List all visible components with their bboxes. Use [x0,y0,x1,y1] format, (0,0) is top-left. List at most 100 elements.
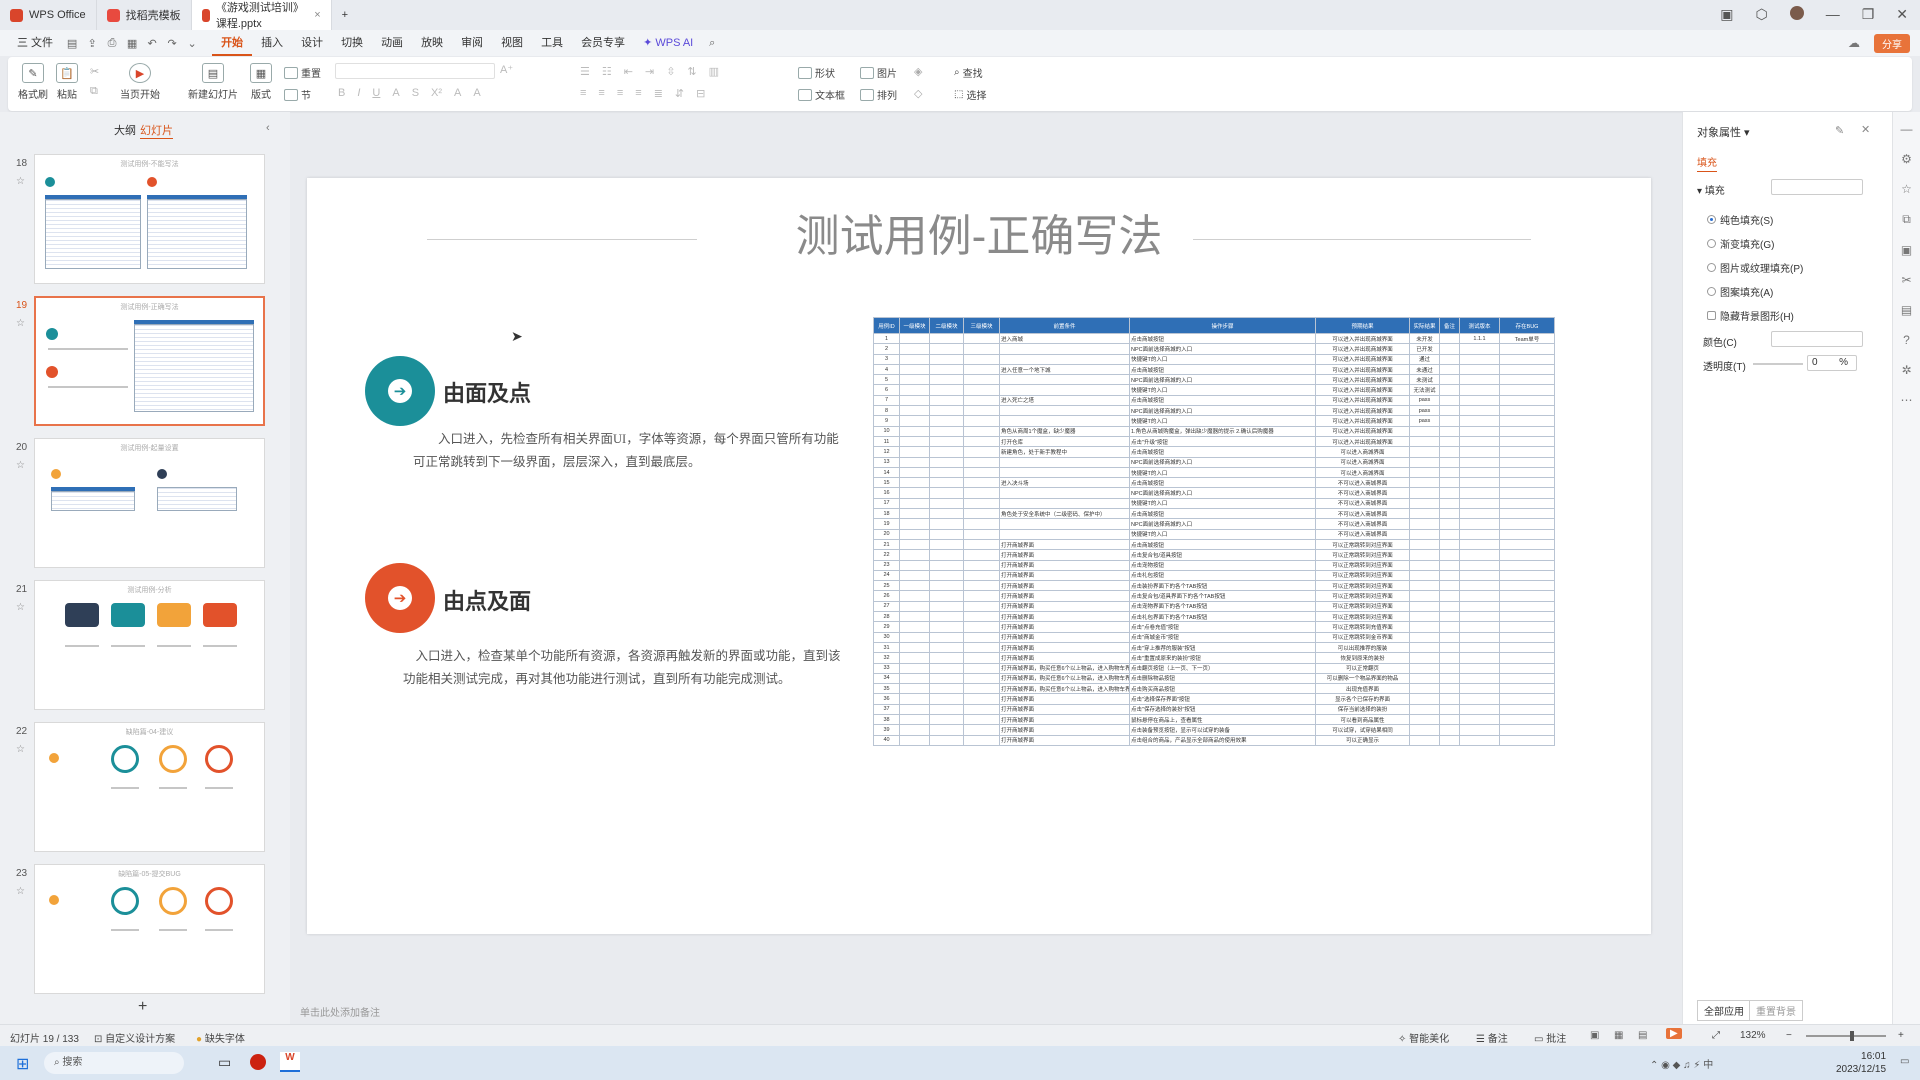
fill-icon[interactable]: ◈ [914,65,922,78]
more-icon[interactable]: ⌄ [184,37,200,50]
menu-review[interactable]: 审阅 [452,30,492,56]
menu-view[interactable]: 视图 [492,30,532,56]
undo-icon[interactable]: ↶ [144,37,160,50]
tray-icons[interactable]: ⌃ ◉ ◆ ♫ ⚡ 中 [1650,1056,1713,1071]
reset-button[interactable]: 重置 [284,65,321,80]
font-size-up-icon[interactable]: A⁺ [500,63,514,79]
tab-document[interactable]: 《游戏测试培训》课程.pptx × [191,0,332,30]
line-spacing-icon[interactable]: ⇳ [666,65,675,78]
picture-fill-radio[interactable]: 图片或纹理填充(P) [1707,260,1803,275]
star-icon[interactable]: ☆ [1901,182,1912,196]
shadow-icon[interactable]: S [412,87,419,99]
paste-button[interactable]: 📋 粘贴 [56,63,78,101]
slide-canvas[interactable]: 测试用例-正确写法 ➔ 由面及点 入口进入，先检查所有相关界面UI，字体等资源，… [307,178,1651,934]
layout-icon[interactable]: ▣ [1720,6,1733,23]
cloud-icon[interactable]: ☁ [1848,36,1860,50]
zoom-slider[interactable] [1806,1031,1886,1041]
pane-title[interactable]: 对象属性 ▾ [1697,124,1750,140]
menu-transition[interactable]: 切换 [332,30,372,56]
star-icon[interactable]: ☆ [16,176,25,187]
outline-icon[interactable]: ◇ [914,87,922,100]
copy-icon[interactable]: ⧉ [1902,212,1911,227]
textbox-button[interactable]: 文本框 [798,87,845,102]
minimize-pane-icon[interactable]: — [1901,122,1913,136]
select-button[interactable]: ⬚ 选择 [954,87,986,102]
minimize-icon[interactable]: — [1826,6,1840,23]
comments-button[interactable]: ▭ 批注 [1534,1030,1566,1045]
slide-thumbnail-22[interactable]: 缺陷篇-04-建议 [34,722,265,852]
theme-button[interactable]: ⊡ 自定义设计方案 [94,1030,175,1045]
outdent-icon[interactable]: ⇤ [624,65,633,78]
font-color-icon[interactable]: A [454,87,461,99]
taskbar-search[interactable]: ⌕ 搜索 [44,1052,184,1074]
indent-icon[interactable]: ⇥ [645,65,654,78]
color-select[interactable] [1771,331,1863,347]
star-icon[interactable]: ☆ [16,602,25,613]
tools-icon[interactable]: ✂ [1901,273,1911,287]
print-icon[interactable]: ⎙ [104,37,120,50]
arrange-button[interactable]: 排列 [860,87,897,102]
add-slide-button[interactable]: + [138,998,147,1016]
gear-icon[interactable]: ✲ [1901,363,1911,377]
more-icon[interactable]: ⋯ [1901,393,1913,407]
close-tab-icon[interactable]: × [314,9,320,21]
gradient-fill-radio[interactable]: 渐变填充(G) [1707,236,1774,251]
zoom-in-icon[interactable]: + [1898,1030,1904,1041]
beautify-button[interactable]: ✧ 智能美化 [1398,1030,1449,1045]
view-sorter-icon[interactable]: ▦ [1614,1030,1623,1041]
justify-icon[interactable]: ≡ [635,87,641,100]
slide-title[interactable]: 测试用例-正确写法 [307,200,1651,264]
copy-icon[interactable]: ⧉ [90,85,98,98]
slide-thumbnail-23[interactable]: 缺陷篇-05-提交BUG [34,864,265,994]
close-pane-icon[interactable]: ✕ [1861,123,1870,136]
text-direction-icon[interactable]: ⇵ [675,87,684,100]
slide-thumbnail-20[interactable]: 测试用例-起量设置 [34,438,265,568]
close-window-icon[interactable]: ✕ [1896,6,1908,23]
find-button[interactable]: ⌕ 查找 [954,65,983,80]
clock[interactable]: 16:01 2023/12/15 [1836,1050,1886,1076]
star-icon[interactable]: ☆ [16,460,25,471]
shape-button[interactable]: 形状 [798,65,835,80]
menu-design[interactable]: 设计 [292,30,332,56]
wps-ai-button[interactable]: ✦ WPS AI [634,30,702,56]
recorder-icon[interactable] [250,1054,266,1070]
sort-icon[interactable]: ⇅ [687,65,696,78]
cube-icon[interactable]: ⬡ [1755,6,1767,23]
zoom-thumb[interactable] [1850,1031,1854,1041]
fill-type-select[interactable] [1771,179,1863,195]
section-button[interactable]: 节 [284,87,311,102]
align-center-icon[interactable]: ≡ [598,87,604,100]
fit-window-icon[interactable]: ⤢ [1712,1030,1720,1041]
pin-icon[interactable]: ✎ [1835,124,1844,137]
transparency-input[interactable]: 0% [1807,355,1857,371]
menu-animation[interactable]: 动画 [372,30,412,56]
bullets-icon[interactable]: ☰ [580,65,590,78]
menu-tools[interactable]: 工具 [532,30,572,56]
redo-icon[interactable]: ↷ [164,37,180,50]
slide-thumbnail-21[interactable]: 测试用例-分析 [34,580,265,710]
cut-icon[interactable]: ✂ [90,65,99,78]
distribute-icon[interactable]: ≣ [654,87,663,100]
tab-outline[interactable]: 大纲 [114,122,136,138]
strike-icon[interactable]: A [392,87,399,99]
image-icon[interactable]: ▣ [1901,243,1912,257]
collapse-pane-icon[interactable]: ‹ [266,122,270,134]
share-button[interactable]: 分享 [1874,34,1910,53]
reset-background-button[interactable]: 重置背景 [1749,1000,1803,1021]
new-slide-button[interactable]: ▤ 新建幻灯片 [188,63,238,101]
tab-slides[interactable]: 幻灯片 [140,122,173,139]
section-text-2[interactable]: 入口进入，检查某单个功能所有资源，各资源再触发新的界面或功能，直到该功能相关测试… [403,645,843,691]
hide-background-checkbox[interactable]: 隐藏背景图形(H) [1707,308,1794,323]
properties-icon[interactable]: ⚙ [1901,152,1912,166]
columns-icon[interactable]: ▥ [709,65,719,78]
view-reading-icon[interactable]: ▤ [1638,1030,1647,1041]
book-icon[interactable]: ▤ [1901,303,1912,317]
slideshow-button[interactable]: ▶ [1666,1028,1682,1039]
pattern-fill-radio[interactable]: 图案填充(A) [1707,284,1773,299]
restore-icon[interactable]: ❐ [1862,6,1875,23]
superscript-icon[interactable]: X² [431,87,442,99]
preview-icon[interactable]: ▦ [124,37,140,50]
notes-button[interactable]: ☰ 备注 [1476,1030,1508,1045]
play-from-current-button[interactable]: ▶ 当页开始 [120,63,160,101]
notes-input[interactable]: 单击此处添加备注 [290,1003,1660,1024]
